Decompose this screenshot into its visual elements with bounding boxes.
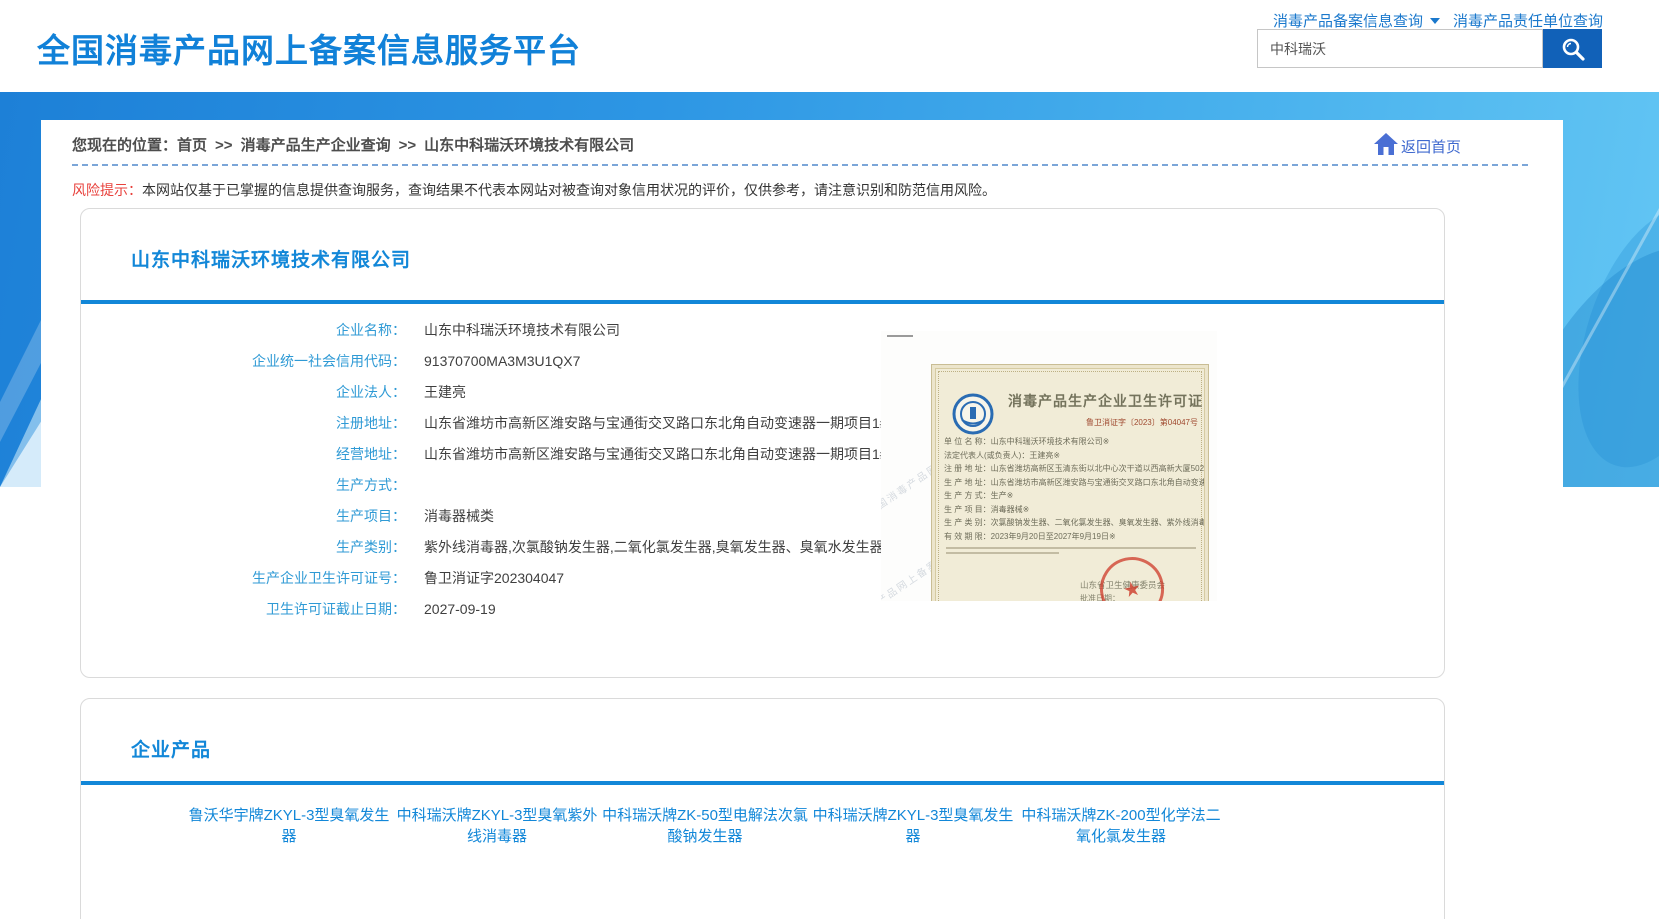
image-edge-dash — [887, 335, 913, 337]
certificate-line: 生 产 方 式：生产※ — [944, 489, 1204, 503]
search-button[interactable] — [1543, 29, 1602, 68]
company-products-card: 企业产品 鲁沃华宇牌ZKYL-3型臭氧发生器 中科瑞沃牌ZKYL-3型臭氧紫外线… — [80, 698, 1445, 919]
certificate-number: 鲁卫消证字〔2023〕第04047号 — [1086, 417, 1198, 428]
breadcrumb-enterprise-query-link[interactable]: 消毒产品生产企业查询 — [241, 137, 391, 154]
nav-link-responsible-unit-query[interactable]: 消毒产品责任单位查询 — [1453, 10, 1603, 31]
home-icon — [1373, 132, 1399, 156]
products-section-title: 企业产品 — [131, 735, 211, 762]
health-emblem-icon — [952, 393, 994, 435]
card-accent-rule — [81, 300, 1444, 304]
field-row-license-expiry: 卫生许可证截止日期： 2027-09-19 — [81, 600, 1081, 619]
breadcrumb-prefix: 您现在的位置： — [72, 137, 177, 154]
field-value: 2027-09-19 — [424, 600, 496, 619]
risk-notice-label: 风险提示： — [72, 182, 142, 198]
product-link[interactable]: 鲁沃华宇牌ZKYL-3型臭氧发生器 — [185, 805, 393, 847]
company-info-card: 山东中科瑞沃环境技术有限公司 企业名称： 山东中科瑞沃环境技术有限公司 企业统一社… — [80, 208, 1445, 678]
breadcrumb-separator: >> — [399, 137, 417, 154]
breadcrumb-home-link[interactable]: 首页 — [177, 137, 207, 154]
product-link[interactable]: 中科瑞沃牌ZKYL-3型臭氧紫外线消毒器 — [393, 805, 601, 847]
product-list: 鲁沃华宇牌ZKYL-3型臭氧发生器 中科瑞沃牌ZKYL-3型臭氧紫外线消毒器 中… — [185, 805, 1335, 863]
page-root: O OH 全国消毒产品网上备案信息服务平台 消毒产品备案信息查询 消毒产品责任单… — [0, 0, 1659, 919]
certificate-line: 生 产 项 目：消毒器械※ — [944, 503, 1204, 517]
field-value: 山东省潍坊市高新区潍安路与宝通街交叉路口东北角自动变速器一期项目1#厂房 — [424, 414, 916, 433]
field-label: 生产类别： — [81, 538, 406, 557]
field-label: 企业名称： — [81, 321, 406, 340]
certificate-line: 单 位 名 称：山东中科瑞沃环境技术有限公司※ — [944, 435, 1204, 449]
field-label: 生产项目： — [81, 507, 406, 526]
main-content-panel: 您现在的位置：首页 >> 消毒产品生产企业查询 >> 山东中科瑞沃环境技术有限公司 返回… — [41, 120, 1563, 919]
field-value: 鲁卫消证字202304047 — [424, 569, 564, 588]
product-link[interactable]: 中科瑞沃牌ZK-50型电解法次氯酸钠发生器 — [601, 805, 809, 847]
site-title: 全国消毒产品网上备案信息服务平台 — [37, 24, 581, 72]
license-certificate-image[interactable]: 全国消毒产品网上备案信息服务平台 全国消毒产品网上备案信息服务平台 全国消毒产品… — [881, 331, 1217, 601]
risk-notice-text: 本网站仅基于已掌握的信息提供查询服务，查询结果不代表本网站对被查询对象信用状况的… — [142, 182, 996, 198]
search-icon — [1560, 36, 1586, 62]
product-link[interactable]: 中科瑞沃牌ZKYL-3型臭氧发生器 — [809, 805, 1017, 847]
field-value: 91370700MA3M3U1QX7 — [424, 352, 580, 371]
field-label: 企业法人： — [81, 383, 406, 402]
breadcrumb-separator: >> — [215, 137, 233, 154]
product-link[interactable]: 中科瑞沃牌ZK-200型化学法二氧化氯发生器 — [1017, 805, 1225, 847]
seal-star: ★ — [1121, 575, 1144, 601]
certificate-line: 法定代表人(或负责人)：王建亮※ — [944, 449, 1204, 463]
field-label: 注册地址： — [81, 414, 406, 433]
search-bar — [1257, 29, 1602, 68]
field-label: 生产方式： — [81, 476, 406, 495]
fine-print-line — [946, 547, 1196, 549]
field-value: 消毒器械类 — [424, 507, 494, 526]
back-home-link[interactable]: 返回首页 — [1373, 130, 1461, 157]
field-value: 山东省潍坊市高新区潍安路与宝通街交叉路口东北角自动变速器一期项目1#厂房 — [424, 445, 916, 464]
risk-notice: 风险提示：本网站仅基于已掌握的信息提供查询服务，查询结果不代表本网站对被查询对象… — [72, 180, 996, 200]
nav-link-record-info-query[interactable]: 消毒产品备案信息查询 — [1273, 10, 1440, 31]
certificate-fine-print — [946, 547, 1196, 557]
certificate-line: 注 册 地 址：山东省潍坊高新区玉清东街以北中心次干道以西高新大厦502房间※ — [944, 462, 1204, 476]
fine-print-line — [946, 552, 1059, 554]
certificate-line: 生 产 类 别：次氯酸钠发生器、二氧化氯发生器、臭氧发生器、紫外线消毒器※ — [944, 516, 1204, 530]
field-label: 企业统一社会信用代码： — [81, 352, 406, 371]
company-title: 山东中科瑞沃环境技术有限公司 — [131, 245, 411, 272]
breadcrumb: 您现在的位置：首页 >> 消毒产品生产企业查询 >> 山东中科瑞沃环境技术有限公司 — [72, 134, 634, 155]
caret-down-icon — [1430, 18, 1440, 24]
dashed-divider — [72, 164, 1528, 166]
field-value: 山东中科瑞沃环境技术有限公司 — [424, 321, 620, 340]
top-nav: 消毒产品备案信息查询 消毒产品责任单位查询 — [1273, 10, 1603, 31]
back-home-label: 返回首页 — [1401, 136, 1461, 157]
certificate-line: 生 产 地 址：山东省潍坊市高新区潍安路与宝通街交叉路口东北角自动变速器一期项目… — [944, 476, 1204, 490]
certificate-line: 有 效 期 限：2023年9月20日至2027年9月19日※ — [944, 530, 1204, 544]
field-label: 卫生许可证截止日期： — [81, 600, 406, 619]
field-label: 生产企业卫生许可证号： — [81, 569, 406, 588]
certificate-paper: 消毒产品生产企业卫生许可证 鲁卫消证字〔2023〕第04047号 单 位 名 称… — [931, 364, 1209, 601]
field-label: 经营地址： — [81, 445, 406, 464]
certificate-title: 消毒产品生产企业卫生许可证 — [1008, 391, 1208, 411]
field-value: 王建亮 — [424, 383, 466, 402]
certificate-body: 单 位 名 称：山东中科瑞沃环境技术有限公司※ 法定代表人(或负责人)：王建亮※… — [944, 435, 1204, 543]
card-accent-rule — [81, 781, 1444, 785]
top-header: 全国消毒产品网上备案信息服务平台 消毒产品备案信息查询 消毒产品责任单位查询 — [0, 0, 1659, 92]
breadcrumb-current: 山东中科瑞沃环境技术有限公司 — [424, 137, 634, 154]
search-input[interactable] — [1257, 29, 1543, 68]
